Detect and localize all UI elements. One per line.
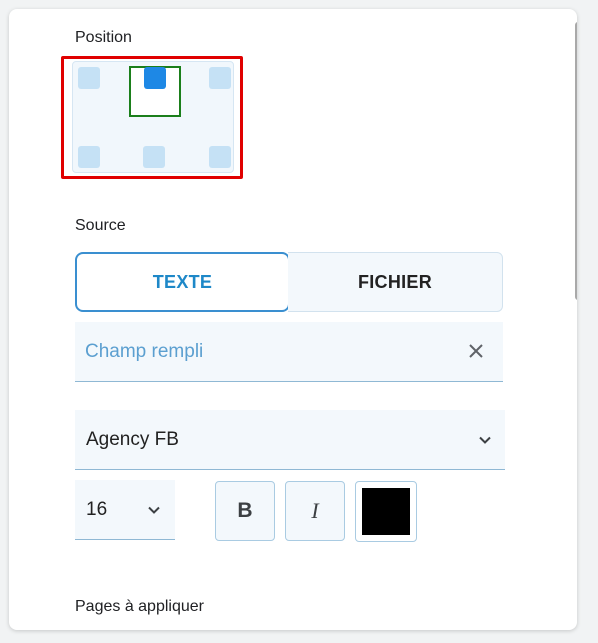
close-icon[interactable] — [467, 342, 485, 360]
pages-label: Pages à appliquer — [75, 598, 204, 615]
color-swatch — [362, 488, 410, 535]
scrollbar[interactable] — [575, 22, 577, 300]
position-highlight-box — [61, 56, 243, 179]
source-fichier-button[interactable]: FICHIER — [288, 252, 503, 312]
text-input-value: Champ rempli — [85, 341, 204, 362]
font-size-select[interactable]: 16 — [75, 480, 175, 540]
text-input[interactable]: Champ rempli — [75, 322, 503, 382]
source-label: Source — [75, 217, 126, 234]
font-family-value: Agency FB — [86, 429, 179, 450]
chevron-down-icon — [148, 506, 160, 514]
italic-icon: I — [311, 498, 319, 523]
source-toggle: TEXTE FICHIER — [75, 252, 503, 312]
font-family-select[interactable]: Agency FB — [75, 410, 505, 470]
color-picker-button[interactable] — [355, 481, 417, 542]
font-size-value: 16 — [86, 499, 108, 520]
source-texte-button[interactable]: TEXTE — [75, 252, 290, 312]
chevron-down-icon — [479, 436, 491, 444]
bold-icon: B — [237, 499, 253, 522]
bold-button[interactable]: B — [215, 481, 275, 541]
italic-button[interactable]: I — [285, 481, 345, 541]
position-label: Position — [75, 29, 132, 46]
